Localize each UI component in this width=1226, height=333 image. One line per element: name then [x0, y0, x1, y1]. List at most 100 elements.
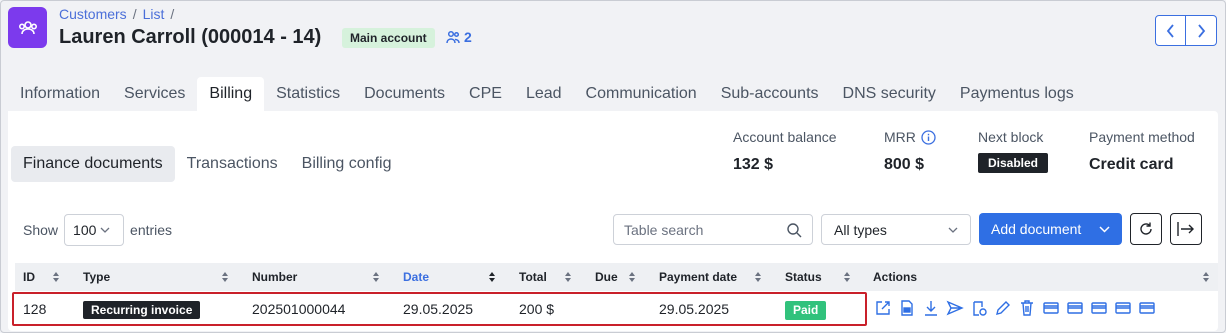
chevron-down-icon — [100, 227, 110, 233]
previous-record-button[interactable] — [1155, 15, 1186, 46]
tab-billing[interactable]: Billing — [197, 77, 265, 111]
delete-icon[interactable] — [1018, 299, 1036, 317]
users-icon — [446, 30, 460, 44]
sort-icon[interactable] — [843, 271, 851, 283]
tab-statistics[interactable]: Statistics — [264, 77, 352, 111]
type-badge: Recurring invoice — [83, 301, 201, 319]
tab-sub-accounts[interactable]: Sub-accounts — [709, 77, 831, 111]
credit-card-icon[interactable] — [1114, 299, 1132, 317]
breadcrumb-separator: / — [132, 6, 137, 22]
edit-icon[interactable] — [994, 299, 1012, 317]
subtab-billing-config[interactable]: Billing config — [290, 146, 404, 182]
tab-cpe[interactable]: CPE — [457, 77, 514, 111]
credit-card-icon[interactable] — [1042, 299, 1060, 317]
col-due[interactable]: Due — [595, 263, 618, 291]
account-balance-value: 132 $ — [733, 156, 774, 173]
cell-date: 29.05.2025 — [403, 301, 474, 317]
search-placeholder: Table search — [624, 221, 704, 238]
table-header: ID Type Number Date Total Due Payment da… — [15, 263, 1218, 291]
export-icon — [1177, 222, 1194, 236]
customers-app-icon[interactable] — [8, 7, 47, 48]
sort-icon[interactable] — [628, 271, 636, 283]
next-block-badge: Disabled — [978, 153, 1049, 173]
breadcrumb-separator: / — [170, 6, 175, 22]
sort-icon[interactable] — [488, 271, 496, 283]
mrr-label: MRR — [884, 129, 916, 145]
app-window: Customers / List / Lauren Carroll (00001… — [0, 0, 1226, 333]
sort-icon[interactable] — [564, 271, 572, 283]
pdf-icon[interactable] — [898, 299, 916, 317]
next-record-button[interactable] — [1186, 15, 1217, 46]
subtab-transactions[interactable]: Transactions — [175, 146, 290, 182]
page-size-control: Show 100 entries — [23, 214, 172, 246]
chevron-down-icon — [948, 227, 958, 233]
account-balance-stat: Account balance 132 $ — [733, 129, 837, 174]
tab-paymentus-logs[interactable]: Paymentus logs — [948, 77, 1086, 111]
mrr-stat: MRR 800 $ — [884, 129, 936, 174]
record-navigation — [1155, 15, 1217, 46]
cell-payment-date: 29.05.2025 — [659, 301, 730, 317]
mrr-label-row: MRR — [884, 129, 936, 145]
tab-dns-security[interactable]: DNS security — [831, 77, 948, 111]
entries-label: entries — [130, 222, 173, 238]
col-total[interactable]: Total — [519, 263, 547, 291]
sort-icon[interactable] — [372, 271, 380, 283]
mrr-value: 800 $ — [884, 156, 925, 173]
cell-number[interactable]: 202501000044 — [252, 298, 345, 320]
tab-documents[interactable]: Documents — [352, 77, 457, 111]
show-label: Show — [23, 222, 59, 238]
search-icon — [787, 222, 802, 237]
credit-card-icon[interactable] — [1066, 299, 1084, 317]
sub-accounts-link[interactable]: 2 — [445, 29, 472, 45]
tab-services[interactable]: Services — [112, 77, 197, 111]
breadcrumb-list[interactable]: List — [143, 6, 165, 22]
payment-method-stat: Payment method Credit card — [1089, 129, 1195, 174]
sort-icon[interactable] — [754, 271, 762, 283]
credit-card-icon[interactable] — [1090, 299, 1108, 317]
col-payment-date[interactable]: Payment date — [659, 263, 737, 291]
document-clock-icon[interactable] — [970, 299, 988, 317]
sort-icon[interactable] — [221, 271, 229, 283]
add-document-label: Add document — [991, 221, 1082, 237]
cell-status: Paid — [785, 298, 827, 320]
col-type[interactable]: Type — [83, 263, 110, 291]
breadcrumb: Customers / List / — [59, 6, 174, 22]
export-button[interactable] — [1170, 213, 1202, 245]
add-document-button[interactable]: Add document — [979, 213, 1122, 245]
sort-icon[interactable] — [52, 271, 60, 283]
tab-lead[interactable]: Lead — [514, 77, 574, 111]
table-search-input[interactable]: Table search — [613, 214, 813, 245]
status-badge: Paid — [785, 301, 827, 320]
download-icon[interactable] — [922, 299, 940, 317]
chevron-right-icon — [1198, 23, 1206, 38]
tab-information[interactable]: Information — [8, 77, 112, 111]
page-size-select[interactable]: 100 — [64, 214, 125, 246]
info-icon[interactable] — [921, 129, 936, 145]
billing-sub-tabs: Finance documents Transactions Billing c… — [11, 146, 403, 182]
col-date[interactable]: Date — [403, 263, 429, 291]
sub-accounts-count: 2 — [464, 29, 472, 45]
col-number[interactable]: Number — [252, 263, 297, 291]
payment-method-label: Payment method — [1089, 129, 1195, 145]
col-id[interactable]: ID — [23, 263, 35, 291]
main-account-badge: Main account — [342, 28, 435, 48]
chevron-left-icon — [1166, 23, 1174, 38]
page-title: Lauren Carroll (000014 - 14) — [59, 26, 322, 48]
tab-communication[interactable]: Communication — [574, 77, 709, 111]
subtab-finance-documents[interactable]: Finance documents — [11, 146, 175, 182]
refresh-icon — [1140, 222, 1152, 235]
main-tabs: Information Services Billing Statistics … — [8, 77, 1086, 111]
next-block-label: Next block — [978, 129, 1044, 145]
sort-icon[interactable] — [1202, 271, 1210, 283]
type-filter-select[interactable]: All types — [821, 214, 971, 245]
refresh-button[interactable] — [1130, 213, 1162, 245]
col-actions: Actions — [873, 270, 918, 284]
breadcrumb-customers[interactable]: Customers — [59, 6, 127, 22]
chevron-down-icon — [1099, 225, 1110, 233]
row-actions — [874, 299, 1156, 317]
col-status[interactable]: Status — [785, 263, 822, 291]
credit-card-icon[interactable] — [1138, 299, 1156, 317]
cell-total: 200 $ — [519, 301, 555, 317]
open-external-icon[interactable] — [874, 299, 892, 317]
send-icon[interactable] — [946, 299, 964, 317]
